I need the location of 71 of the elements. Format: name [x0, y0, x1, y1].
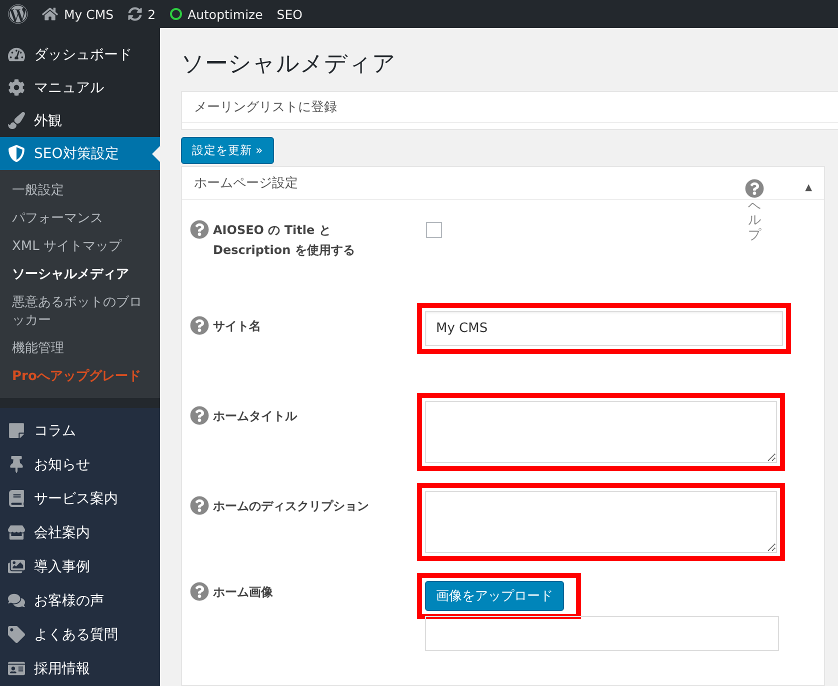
site-name-link[interactable]: My CMS — [64, 6, 114, 22]
images-icon — [8, 558, 25, 576]
status-icon — [170, 8, 182, 20]
menu-label: 採用情報 — [34, 660, 90, 678]
help-icon[interactable] — [190, 316, 209, 335]
submenu-item[interactable]: パフォーマンス — [0, 205, 160, 234]
update-settings-button[interactable]: 設定を更新 » — [181, 137, 274, 164]
menu-label: コラム — [34, 422, 76, 440]
menu-item[interactable]: サービス案内 — [0, 482, 160, 516]
home-icon — [42, 6, 58, 22]
pin-icon — [8, 456, 25, 474]
menu-item[interactable]: よくある質問 — [0, 618, 160, 652]
tag-icon — [8, 626, 25, 644]
submenu-item[interactable]: 悪意あるボットのブロッカー — [0, 289, 160, 336]
submenu-item[interactable]: ソーシャルメディア — [0, 261, 160, 290]
help-icon[interactable] — [190, 582, 209, 601]
menu-item[interactable]: お客様の声 — [0, 584, 160, 618]
site-name-field[interactable]: My CMS — [425, 311, 783, 346]
gear-icon — [8, 79, 25, 96]
menu-item[interactable]: 導入事例 — [0, 550, 160, 584]
field-label: ホームタイトル — [213, 408, 298, 425]
collapse-toggle[interactable]: ▲ — [805, 183, 812, 193]
menu-item[interactable]: お知らせ — [0, 448, 160, 482]
menu-item[interactable]: マニュアル — [0, 71, 160, 104]
submenu-item[interactable]: 機能管理 — [0, 335, 160, 364]
menu-label: 外観 — [34, 112, 62, 130]
shield-icon — [8, 145, 25, 162]
submenu-item[interactable]: 一般設定 — [0, 177, 160, 206]
checkbox[interactable] — [426, 222, 442, 238]
menu-label: SEO対策設定 — [34, 144, 119, 163]
menu-item[interactable]: コラム — [0, 414, 160, 448]
help-icon[interactable] — [190, 496, 209, 515]
help-icon[interactable] — [745, 179, 764, 198]
mailing-list-heading: メーリングリストに登録 — [182, 92, 838, 123]
field-label: ホーム画像 — [213, 584, 274, 601]
menu-item[interactable]: ダッシュボード — [0, 38, 160, 72]
toolbar-link[interactable]: SEO — [276, 6, 302, 22]
submenu-item[interactable]: XML サイトマップ — [0, 233, 160, 262]
help-icon[interactable] — [190, 406, 209, 425]
upload-button[interactable]: 画像をアップロード — [425, 581, 564, 611]
help-label[interactable]: ヘルプ — [748, 200, 761, 243]
menu-item[interactable]: 会社案内 — [0, 516, 160, 550]
brush-icon — [8, 112, 25, 130]
menu-label: ダッシュボード — [34, 46, 132, 64]
menu-label: お客様の声 — [34, 592, 104, 610]
image-url-field[interactable] — [425, 616, 779, 651]
note-icon — [8, 422, 25, 440]
chat-icon — [8, 592, 25, 610]
gauge-icon — [8, 46, 25, 64]
panel-title: ホームページ設定 — [194, 175, 298, 192]
menu-item[interactable]: 採用情報 — [0, 652, 160, 686]
help-icon[interactable] — [190, 220, 209, 239]
field-label: AIOSEO の Title と Description を使用する — [213, 222, 356, 259]
wordpress-logo-icon[interactable] — [8, 4, 28, 24]
menu-item[interactable]: 外観 — [0, 104, 160, 138]
page-title: ソーシャルメディア — [181, 50, 397, 79]
refresh-icon — [128, 7, 142, 21]
menu-label: サービス案内 — [34, 490, 118, 508]
id-card-icon — [8, 660, 25, 678]
menu-label: よくある質問 — [34, 626, 118, 644]
store-icon — [8, 524, 25, 542]
toolbar-link[interactable]: Autoptimize — [188, 6, 263, 22]
menu-label: 会社案内 — [34, 524, 90, 542]
menu-item[interactable]: SEO対策設定 — [0, 137, 160, 170]
book-icon — [8, 490, 25, 508]
field-label: ホームのディスクリプション — [213, 498, 370, 515]
update-count[interactable]: 2 — [148, 6, 156, 22]
menu-label: お知らせ — [34, 456, 90, 474]
field-label: サイト名 — [213, 318, 262, 335]
menu-label: 導入事例 — [34, 558, 90, 576]
menu-label: マニュアル — [34, 78, 104, 97]
